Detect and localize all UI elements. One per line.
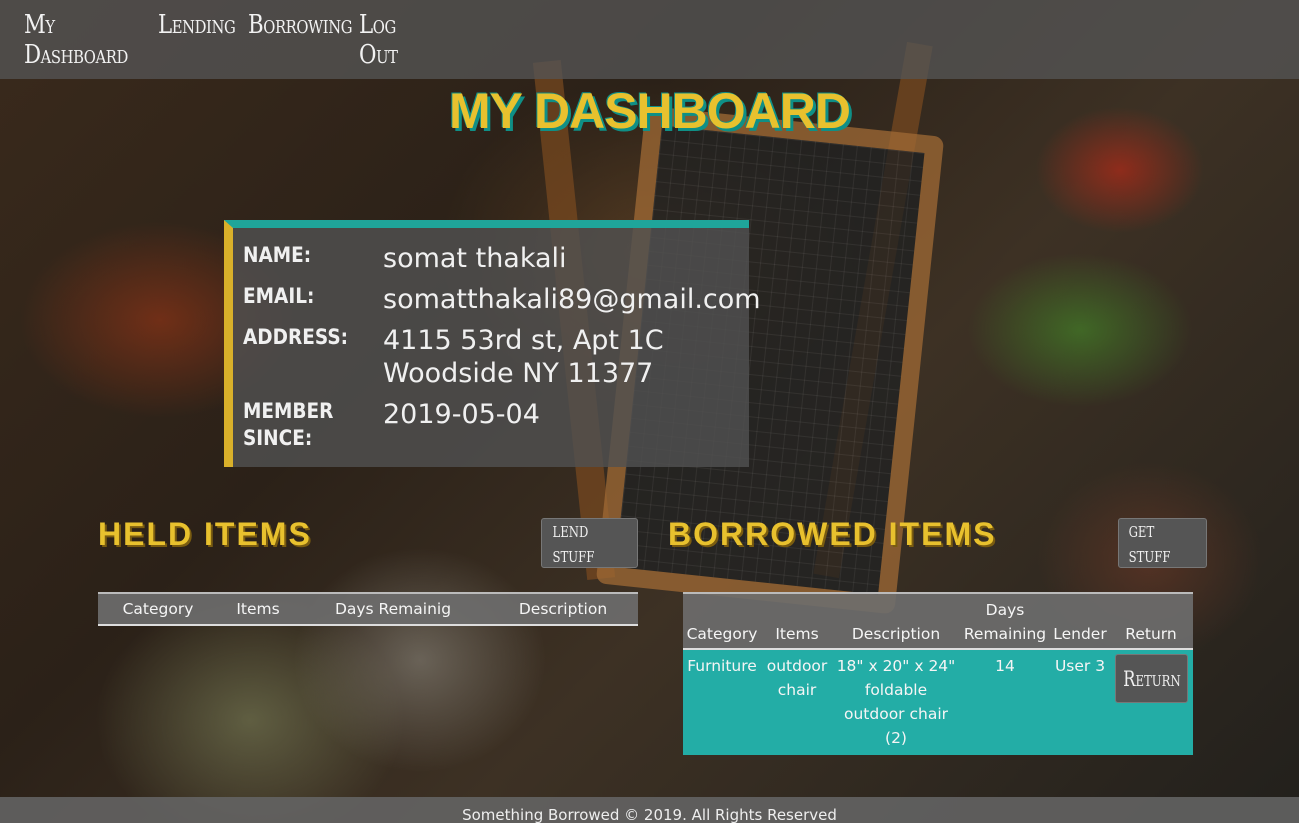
- bor-col-return: Return: [1125, 625, 1177, 643]
- return-button-label: Return: [1122, 666, 1181, 691]
- bor-col-items: Items: [775, 625, 819, 643]
- bor-col-category: Category: [686, 625, 758, 643]
- member-since-label-1: MEMBER: [243, 399, 334, 423]
- row-item-line1: outdoor: [766, 657, 828, 675]
- row-category: Furniture: [687, 657, 757, 675]
- bor-col-lender: Lender: [1053, 625, 1107, 643]
- address-line-1: 4115 53rd st, Apt 1C: [383, 325, 664, 356]
- bor-col-description: Description: [851, 625, 941, 643]
- borrowed-table-header: Category Items Description Days Remainin…: [683, 592, 1193, 650]
- held-col-items: Items: [236, 600, 280, 618]
- held-items-table-header: Category Items Days Remainig Description: [98, 592, 638, 626]
- member-since-value: 2019-05-04: [383, 399, 540, 430]
- address-label: ADDRESS:: [243, 325, 349, 349]
- lend-stuff-label: lend stuff: [552, 518, 595, 568]
- top-navbar: My Dashboard Lending Borrowing Log Out: [0, 0, 1299, 79]
- email-value: somatthakali89@gmail.com: [383, 284, 761, 315]
- member-since-label-2: SINCE:: [243, 426, 313, 450]
- page-footer: Something Borrowed © 2019. All Rights Re…: [0, 797, 1299, 823]
- name-value: somat thakali: [383, 243, 567, 274]
- row-days-remaining: 14: [995, 657, 1015, 675]
- nav-log-out[interactable]: Log Out: [359, 10, 433, 70]
- row-item-line2: chair: [777, 681, 817, 699]
- name-label: NAME:: [243, 243, 312, 267]
- lend-stuff-button[interactable]: lend stuff: [541, 518, 638, 568]
- footer-text: Something Borrowed © 2019. All Rights Re…: [462, 806, 837, 823]
- row-desc-line3: outdoor chair: [843, 705, 948, 723]
- email-label: EMAIL:: [243, 284, 315, 308]
- nav-my-dashboard[interactable]: My Dashboard: [24, 10, 136, 70]
- nav-links: My Dashboard Lending Borrowing Log Out: [24, 10, 447, 70]
- profile-card: NAME: somat thakali EMAIL: somatthakali8…: [224, 220, 761, 467]
- borrowed-items-table: Category Items Description Days Remainin…: [683, 592, 1193, 755]
- nav-borrowing[interactable]: Borrowing: [248, 10, 353, 70]
- return-button[interactable]: Return: [1115, 654, 1188, 703]
- held-items-title: HELD ITEMS: [98, 516, 312, 552]
- nav-lending[interactable]: Lending: [158, 10, 236, 70]
- address-line-2: Woodside NY 11377: [383, 358, 654, 389]
- table-row: Furniture outdoor chair 18" x 20" x 24" …: [683, 650, 1193, 755]
- bor-col-days-line1: Days: [985, 601, 1025, 619]
- page-title: MY DASHBOARD: [449, 83, 851, 139]
- row-desc-line4: (2): [885, 729, 907, 747]
- bor-col-days-line2: Remaining: [963, 625, 1047, 643]
- get-stuff-button[interactable]: get stuff: [1118, 518, 1207, 568]
- held-col-category: Category: [122, 600, 194, 618]
- held-col-description: Description: [518, 600, 608, 618]
- get-stuff-label: get stuff: [1128, 518, 1171, 568]
- borrowed-items-title: BORROWED ITEMS: [668, 516, 997, 552]
- row-desc-line1: 18" x 20" x 24": [836, 657, 956, 675]
- held-col-days: Days Remainig: [334, 600, 452, 618]
- row-lender: User 3: [1054, 657, 1106, 675]
- row-desc-line2: foldable: [864, 681, 928, 699]
